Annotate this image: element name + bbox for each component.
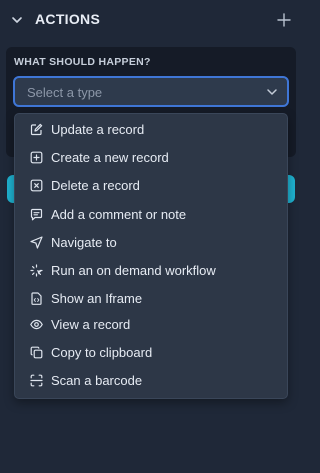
- action-type-select[interactable]: Select a type: [13, 76, 289, 107]
- navigation-arrow-icon: [30, 236, 43, 249]
- menu-item-view-record[interactable]: View a record: [15, 312, 287, 338]
- select-placeholder: Select a type: [27, 85, 103, 100]
- menu-item-label: Delete a record: [51, 178, 140, 193]
- comment-icon: [30, 208, 43, 221]
- plus-square-icon: [30, 151, 43, 164]
- menu-item-label: Create a new record: [51, 150, 169, 165]
- edit-icon: [30, 123, 43, 136]
- menu-item-label: Scan a barcode: [51, 373, 143, 388]
- menu-item-copy-clipboard[interactable]: Copy to clipboard: [15, 340, 287, 366]
- chevron-down-icon[interactable]: [10, 13, 24, 27]
- eye-icon: [30, 318, 43, 331]
- menu-item-create-record[interactable]: Create a new record: [15, 145, 287, 171]
- section-title: ACTIONS: [35, 11, 101, 27]
- menu-item-navigate[interactable]: Navigate to: [15, 230, 287, 256]
- menu-item-scan-barcode[interactable]: Scan a barcode: [15, 368, 287, 394]
- field-label: WHAT SHOULD HAPPEN?: [14, 56, 151, 68]
- action-type-dropdown: Update a record Create a new record Dele…: [14, 113, 288, 399]
- actions-section: ACTIONS WHAT SHOULD HAPPEN? Select a typ…: [0, 0, 302, 473]
- x-square-icon: [30, 179, 43, 192]
- menu-item-run-workflow[interactable]: Run an on demand workflow: [15, 258, 287, 284]
- scan-icon: [30, 374, 43, 387]
- copy-icon: [30, 346, 43, 359]
- menu-item-delete-record[interactable]: Delete a record: [15, 173, 287, 199]
- workflow-icon: [30, 264, 43, 277]
- menu-item-add-comment[interactable]: Add a comment or note: [15, 202, 287, 228]
- menu-item-label: Show an Iframe: [51, 291, 143, 306]
- actions-header[interactable]: ACTIONS: [0, 0, 302, 40]
- document-code-icon: [30, 292, 43, 305]
- chevron-down-icon: [266, 86, 278, 98]
- plus-icon[interactable]: [276, 12, 292, 28]
- menu-item-label: View a record: [51, 317, 131, 332]
- menu-item-update-record[interactable]: Update a record: [15, 117, 287, 143]
- menu-item-show-iframe[interactable]: Show an Iframe: [15, 286, 287, 312]
- menu-item-label: Update a record: [51, 122, 145, 137]
- menu-item-label: Run an on demand workflow: [51, 263, 216, 278]
- menu-item-label: Navigate to: [51, 235, 117, 250]
- menu-item-label: Copy to clipboard: [51, 345, 153, 360]
- menu-item-label: Add a comment or note: [51, 207, 187, 222]
